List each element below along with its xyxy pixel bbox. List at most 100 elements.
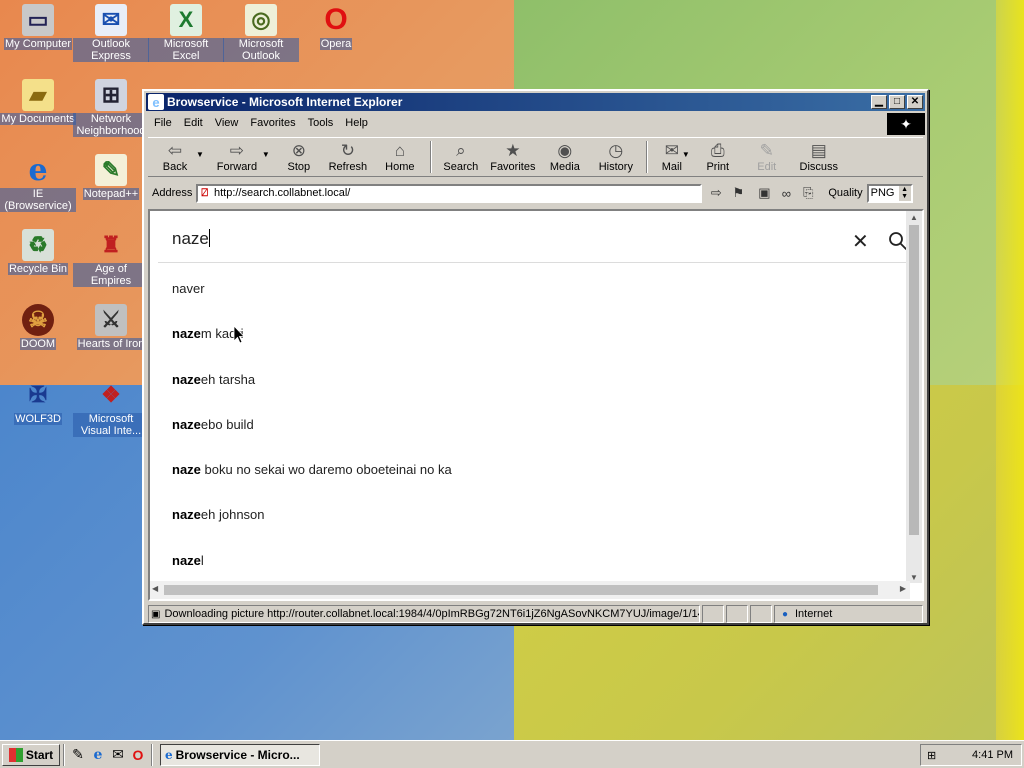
forward-button[interactable]: ⇨ Forward [210,138,264,176]
suggestion-text: l [200,552,204,568]
desktop-icon-outlook[interactable]: ◎ Microsoft Outlook [223,4,299,62]
status-text-panel: ▣ Downloading picture http://router.coll… [148,605,701,623]
desktop-icon-label: DOOM [19,338,57,350]
suggestion-match: naze [172,416,201,432]
desktop-icon-outlook-express[interactable]: ✉ Outlook Express [73,4,149,62]
suggestion-text: naver [172,281,205,296]
scroll-right-icon[interactable]: ▶ [900,584,906,593]
find-icon[interactable]: ∞ [776,183,796,203]
bookmark-icon[interactable]: ⚑ [728,183,748,203]
folder-icon: ▰ [22,79,54,111]
ie-task-icon: e [165,747,173,762]
menu-tools[interactable]: Tools [302,117,340,129]
desktop-icon-my-documents[interactable]: ▰ My Documents [0,79,76,125]
opera-icon: O [324,3,348,36]
minimize-button[interactable]: ▁ [871,95,887,109]
vertical-scrollbar[interactable]: ▲ ▼ [906,211,922,583]
edit-label: Edit [757,161,777,173]
clipboard-icon[interactable]: ⎘ [798,183,818,203]
menu-favorites[interactable]: Favorites [244,117,301,129]
suggestion-item[interactable]: nazeebo build [172,417,872,462]
taskbar-button-browservice[interactable]: e Browservice - Micro... [160,743,320,766]
desktop-icon-my-computer[interactable]: ▭ My Computer [0,4,76,50]
search-icon[interactable] [888,231,908,251]
edit-page-icon: ✎ [759,141,774,160]
menu-help[interactable]: Help [339,117,374,129]
quality-select[interactable]: PNG ▲ ▼ [866,183,913,203]
print-label: Print [706,161,730,173]
menu-view[interactable]: View [209,117,245,129]
show-desktop-icon[interactable]: ✎ [68,745,88,765]
vertical-scroll-thumb[interactable] [909,225,919,535]
suggestion-text: boku no sekai wo daremo oboeteinai no ka [200,462,452,478]
desktop-icon-age-of-empires[interactable]: ♜ Age of Empires [73,229,149,287]
network-icon: ⊞ [95,79,127,111]
forward-dropdown-icon[interactable]: ▼ [262,150,270,159]
home-button[interactable]: ⌂ Home [374,138,426,176]
suggestion-match: naze [172,552,201,568]
page-status-icon: ▣ [151,608,161,620]
maximize-button[interactable]: □ [889,95,905,109]
discuss-button[interactable]: ▤ Discuss [794,138,844,176]
favorites-folder-icon: ★ [505,141,521,160]
desktop-icon-visual-interdev[interactable]: ❖ Microsoft Visual Inte... [73,379,149,437]
search-box: naze ✕ [158,219,914,263]
desktop-icon-notepadpp[interactable]: ✎ Notepad++ [73,154,149,200]
edit-button[interactable]: ✎ Edit [740,138,794,176]
horizontal-scroll-thumb[interactable] [164,585,878,595]
mouse-pointer-icon [233,325,245,344]
media-button[interactable]: ◉ Media [540,138,590,176]
print-button[interactable]: ⎙ Print [696,138,740,176]
title-bar[interactable]: e Browservice - Microsoft Internet Explo… [146,93,925,111]
network-tray-icon[interactable]: ⊞ [927,749,936,762]
back-dropdown-icon[interactable]: ▼ [196,150,204,159]
history-button[interactable]: ◷ History [590,138,642,176]
desktop-icon-ie[interactable]: e IE (Browservice) [0,152,76,212]
desktop-icon-network[interactable]: ⊞ Network Neighborhood [73,79,149,137]
history-icon: ◷ [608,141,624,160]
outlook-quicklaunch-icon[interactable]: ✉ [108,745,128,765]
suggestion-item[interactable]: naze boku no sekai wo daremo oboeteinai … [172,462,872,507]
go-arrow-icon[interactable]: ⇨ [706,183,726,203]
back-button[interactable]: ⇦ Back [152,138,198,176]
menu-edit[interactable]: Edit [178,117,209,129]
refresh-button[interactable]: ↻ Refresh [322,138,374,176]
horizontal-scrollbar[interactable]: ◀ ▶ [150,581,910,599]
ie-quicklaunch-icon[interactable]: e [88,745,108,765]
address-url: http://search.collabnet.local/ [213,187,351,199]
search-input[interactable]: naze [172,229,210,249]
menu-file[interactable]: File [148,117,178,129]
stop-button[interactable]: ⊗ Stop [276,138,322,176]
notepad-icon: ✎ [95,154,127,186]
spinner-arrows-icon[interactable]: ▲ ▼ [898,185,911,201]
scroll-left-icon[interactable]: ◀ [152,584,158,593]
desktop-icon-wolf3d[interactable]: ✠ WOLF3D [0,379,76,425]
ie-icon: e [28,152,48,188]
address-input[interactable]: ⍁ http://search.collabnet.local/ [196,183,703,203]
suggestion-item[interactable]: naver [172,281,872,326]
standard-toolbar: ⇦ Back ▼ ⇨ Forward ▼ ⊗ Stop ↻ Refresh ⌂ … [148,137,923,177]
task-label: Browservice - Micro... [175,747,300,762]
save-icon[interactable]: ▣ [754,183,774,203]
clear-icon[interactable]: ✕ [852,229,869,254]
opera-quicklaunch-icon[interactable]: O [128,745,148,765]
mail-dropdown-icon[interactable]: ▼ [682,150,690,159]
start-button[interactable]: Start [2,743,60,766]
desktop-icon-opera[interactable]: O Opera [298,3,374,50]
scroll-up-icon[interactable]: ▲ [906,211,922,223]
desktop-icon-hearts-of-iron[interactable]: ⚔ Hearts of Iron [73,304,149,350]
desktop-icon-excel[interactable]: X Microsoft Excel [148,4,224,62]
suggestion-item[interactable]: nazeeh johnson [172,507,872,552]
clock[interactable]: 4:41 PM [972,749,1013,761]
suggestion-item[interactable]: nazem kadri [172,326,872,371]
desktop-icon-label: IE (Browservice) [0,188,76,212]
taskbar-separator [63,743,65,766]
favorites-button[interactable]: ★ Favorites [486,138,540,176]
ie-throbber-icon: ✦ [887,113,925,135]
suggestion-item[interactable]: nazeeh tarsha [172,372,872,417]
desktop-icon-recycle-bin[interactable]: ♻ Recycle Bin [0,229,76,275]
desktop-icon-doom[interactable]: ☠ DOOM [0,304,76,350]
search-toolbar-button[interactable]: ⌕ Search [436,138,486,176]
close-button[interactable]: ✕ [907,95,923,109]
refresh-label: Refresh [328,161,368,173]
